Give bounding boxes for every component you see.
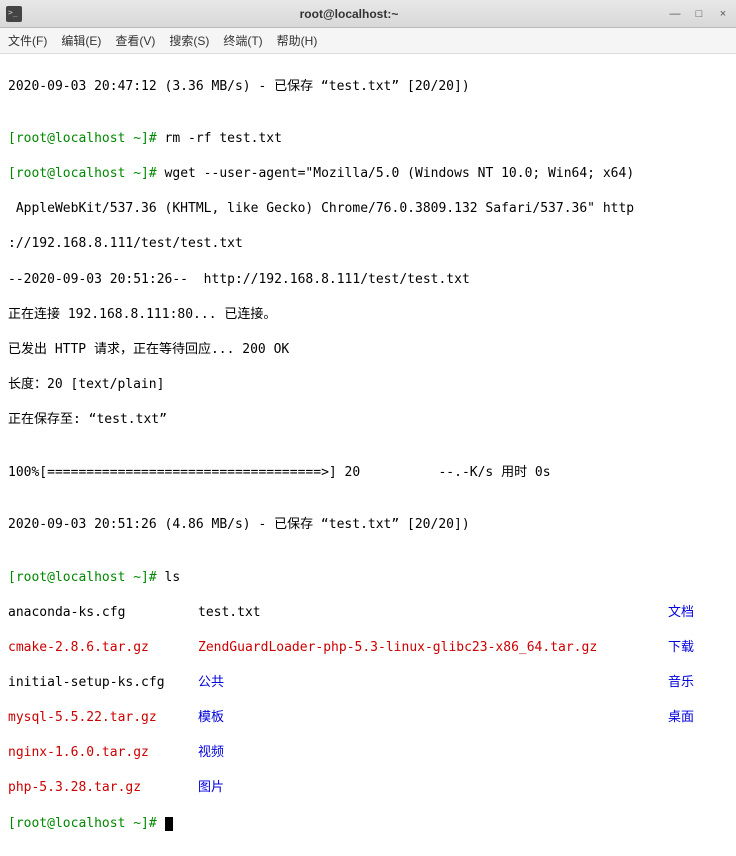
output-line: 长度：20 [text/plain] bbox=[8, 376, 728, 394]
menu-terminal[interactable]: 终端(T) bbox=[223, 32, 262, 49]
ls-archive: php-5.3.28.tar.gz bbox=[8, 779, 198, 797]
menu-view[interactable]: 查看(V) bbox=[115, 32, 155, 49]
ls-dir: 图片 bbox=[198, 779, 668, 797]
output-line: 正在保存至: “test.txt” bbox=[8, 411, 728, 429]
prompt: [root@localhost ~]# bbox=[8, 570, 165, 585]
progress-bar: 100%[===================================… bbox=[8, 464, 728, 482]
menubar: 文件(F) 编辑(E) 查看(V) 搜索(S) 终端(T) 帮助(H) bbox=[0, 28, 736, 54]
menu-file[interactable]: 文件(F) bbox=[8, 32, 47, 49]
ls-empty bbox=[668, 744, 718, 762]
output-line: 2020-09-03 20:51:26 (4.86 MB/s) - 已保存 “t… bbox=[8, 516, 728, 534]
ls-archive: mysql-5.5.22.tar.gz bbox=[8, 709, 198, 727]
menu-help[interactable]: 帮助(H) bbox=[277, 32, 318, 49]
ls-archive: nginx-1.6.0.tar.gz bbox=[8, 744, 198, 762]
ls-file: test.txt bbox=[198, 604, 668, 622]
ls-dir: 视频 bbox=[198, 744, 668, 762]
command-continuation: AppleWebKit/537.36 (KHTML, like Gecko) C… bbox=[8, 200, 728, 218]
ls-file: anaconda-ks.cfg bbox=[8, 604, 198, 622]
command-continuation: ://192.168.8.111/test/test.txt bbox=[8, 235, 728, 253]
ls-row: nginx-1.6.0.tar.gz视频 bbox=[8, 744, 728, 762]
ls-row: initial-setup-ks.cfg公共音乐 bbox=[8, 674, 728, 692]
terminal-body[interactable]: 2020-09-03 20:47:12 (3.36 MB/s) - 已保存 “t… bbox=[0, 54, 736, 856]
terminal-icon bbox=[6, 6, 22, 22]
maximize-button[interactable]: □ bbox=[692, 7, 706, 21]
ls-dir: 文档 bbox=[668, 604, 718, 622]
ls-archive: ZendGuardLoader-php-5.3-linux-glibc23-x8… bbox=[198, 639, 668, 657]
prompt-line: [root@localhost ~]# bbox=[8, 815, 728, 833]
prompt: [root@localhost ~]# bbox=[8, 816, 165, 831]
window-controls: — □ × bbox=[668, 7, 730, 21]
close-button[interactable]: × bbox=[716, 7, 730, 21]
ls-dir: 音乐 bbox=[668, 674, 718, 692]
command: ls bbox=[165, 570, 181, 585]
ls-dir: 公共 bbox=[198, 674, 668, 692]
ls-row: mysql-5.5.22.tar.gz模板桌面 bbox=[8, 709, 728, 727]
ls-archive: cmake-2.8.6.tar.gz bbox=[8, 639, 198, 657]
prompt-line: [root@localhost ~]# rm -rf test.txt bbox=[8, 130, 728, 148]
ls-row: anaconda-ks.cfgtest.txt文档 bbox=[8, 604, 728, 622]
command: wget --user-agent="Mozilla/5.0 (Windows … bbox=[165, 166, 635, 181]
output-line: 正在连接 192.168.8.111:80... 已连接。 bbox=[8, 306, 728, 324]
ls-row: php-5.3.28.tar.gz图片 bbox=[8, 779, 728, 797]
ls-row: cmake-2.8.6.tar.gzZendGuardLoader-php-5.… bbox=[8, 639, 728, 657]
menu-search[interactable]: 搜索(S) bbox=[169, 32, 209, 49]
ls-file: initial-setup-ks.cfg bbox=[8, 674, 198, 692]
ls-dir: 模板 bbox=[198, 709, 668, 727]
ls-empty bbox=[668, 779, 718, 797]
titlebar: root@localhost:~ — □ × bbox=[0, 0, 736, 28]
output-line: 已发出 HTTP 请求，正在等待回应... 200 OK bbox=[8, 341, 728, 359]
prompt-line: [root@localhost ~]# wget --user-agent="M… bbox=[8, 165, 728, 183]
prompt: [root@localhost ~]# bbox=[8, 166, 165, 181]
output-line: 2020-09-03 20:47:12 (3.36 MB/s) - 已保存 “t… bbox=[8, 78, 728, 96]
output-line: --2020-09-03 20:51:26-- http://192.168.8… bbox=[8, 271, 728, 289]
prompt: [root@localhost ~]# bbox=[8, 131, 165, 146]
command: rm -rf test.txt bbox=[165, 131, 282, 146]
window-title: root@localhost:~ bbox=[30, 7, 668, 21]
ls-dir: 桌面 bbox=[668, 709, 718, 727]
prompt-line: [root@localhost ~]# ls bbox=[8, 569, 728, 587]
cursor-block bbox=[165, 817, 173, 831]
menu-edit[interactable]: 编辑(E) bbox=[61, 32, 101, 49]
ls-dir: 下载 bbox=[668, 639, 718, 657]
minimize-button[interactable]: — bbox=[668, 7, 682, 21]
